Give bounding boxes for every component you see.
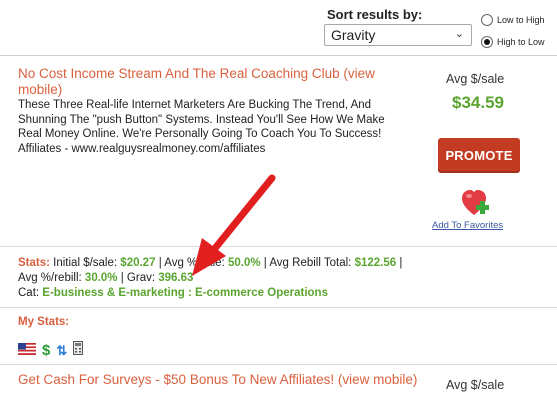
- sort-bar: Sort results by: Gravity ⌄ Low to High H…: [0, 0, 557, 56]
- sort-select[interactable]: Gravity ⌄: [324, 24, 472, 46]
- category-value[interactable]: E-business & E-marketing : E-commerce Op…: [42, 287, 328, 299]
- add-favorites-heart-icon[interactable]: [462, 190, 492, 223]
- divider: [0, 307, 557, 308]
- low-to-high-label: Low to High: [497, 15, 545, 25]
- sort-low-to-high-option[interactable]: Low to High: [481, 14, 545, 26]
- high-to-low-label: High to Low: [497, 37, 545, 47]
- initial-sale-label: Initial $/sale:: [53, 257, 118, 269]
- listing-description: These Three Real-life Internet Marketers…: [18, 99, 385, 155]
- avg-sale-value: $34.59: [452, 93, 504, 112]
- category-line: Cat: E-business & E-marketing : E-commer…: [18, 287, 328, 299]
- stats-separator: |: [399, 257, 403, 269]
- avg-pct-rebill-value: 30.0%: [84, 271, 118, 284]
- stats-label: Stats:: [18, 257, 50, 269]
- avg-pct-sale-label: | Avg %/sale:: [158, 257, 225, 269]
- gravity-value: 396.63: [158, 271, 194, 284]
- my-stats-label: My Stats:: [18, 316, 70, 328]
- avg-rebill-total-value: $122.56: [354, 257, 397, 269]
- radio-high-to-low[interactable]: [481, 36, 493, 48]
- rebill-icon: ⇅: [56, 343, 68, 358]
- sort-selected-value: Gravity: [331, 27, 376, 43]
- avg-pct-sale-value: 50.0%: [227, 257, 261, 269]
- sort-high-to-low-option[interactable]: High to Low: [481, 36, 545, 48]
- feature-icons: $ ⇅: [18, 341, 84, 360]
- stats-block: Stats: Initial $/sale: $20.27 | Avg %/sa…: [18, 256, 538, 285]
- listing-title-link[interactable]: Get Cash For Surveys - $50 Bonus To New …: [18, 372, 418, 388]
- sort-label: Sort results by:: [327, 7, 423, 22]
- initial-sale-value: $20.27: [120, 257, 156, 269]
- avg-sale-label: Avg $/sale: [446, 72, 505, 86]
- calculator-icon: [73, 341, 84, 360]
- dollar-icon: $: [42, 342, 51, 359]
- gravity-label: | Grav:: [120, 271, 156, 284]
- category-label: Cat:: [18, 287, 40, 299]
- us-flag-icon: [18, 342, 36, 360]
- avg-rebill-total-label: | Avg Rebill Total:: [263, 257, 352, 269]
- radio-low-to-high[interactable]: [481, 14, 493, 26]
- avg-sale-label: Avg $/sale: [446, 378, 505, 392]
- promote-button[interactable]: PROMOTE: [438, 138, 520, 173]
- listing-title-link[interactable]: No Cost Income Stream And The Real Coach…: [18, 66, 418, 98]
- divider: [0, 246, 557, 247]
- add-to-favorites-link[interactable]: Add To Favorites: [432, 220, 503, 231]
- chevron-down-icon: ⌄: [454, 28, 464, 40]
- divider: [0, 364, 557, 365]
- avg-pct-rebill-label: Avg %/rebill:: [18, 271, 82, 284]
